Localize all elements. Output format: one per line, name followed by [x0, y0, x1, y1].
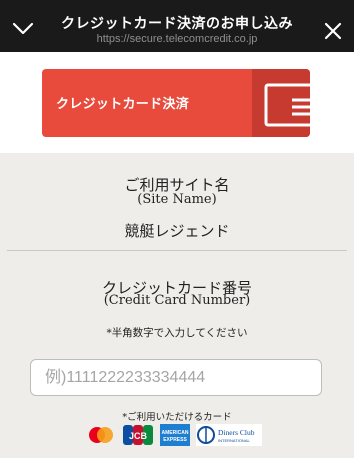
- accepted-cards: JCB AMERICAN EXPRESS Diners Club INTERNA…: [86, 424, 262, 446]
- page-title: クレジットカード決済のお申し込み: [61, 16, 293, 32]
- diners-club-text: Diners Club: [218, 428, 255, 437]
- diners-club-logo-icon: Diners Club INTERNATIONAL: [196, 424, 262, 446]
- close-icon[interactable]: [324, 22, 342, 40]
- credit-card-icon: [264, 83, 310, 127]
- site-name-value: 競艇レジェンド: [124, 222, 230, 240]
- banner-label: クレジットカード決済: [56, 97, 190, 112]
- top-bar: クレジットカード決済のお申し込み https://secure.telecomc…: [0, 0, 354, 52]
- site-name-label-en: (Site Name): [137, 192, 217, 207]
- american-express-logo-icon: AMERICAN EXPRESS: [160, 424, 190, 446]
- divider: [7, 250, 347, 251]
- card-number-input[interactable]: [30, 359, 322, 396]
- card-number-label-en: (Credit Card Number): [103, 293, 251, 308]
- url-text: https://secure.telecomcredit.co.jp: [96, 33, 258, 45]
- svg-text:EXPRESS: EXPRESS: [163, 437, 187, 443]
- jcb-logo-text: JCB: [129, 431, 148, 441]
- svg-text:AMERICAN: AMERICAN: [162, 430, 189, 436]
- diners-club-sub-text: INTERNATIONAL: [218, 438, 250, 443]
- mastercard-logo-icon: [89, 427, 113, 443]
- accepted-cards-label: *ご利用いただけるカード: [122, 412, 232, 423]
- card-number-note: *半角数字で入力してください: [106, 327, 248, 339]
- credit-card-banner: クレジットカード決済: [42, 69, 310, 137]
- jcb-logo-icon: JCB: [123, 425, 153, 445]
